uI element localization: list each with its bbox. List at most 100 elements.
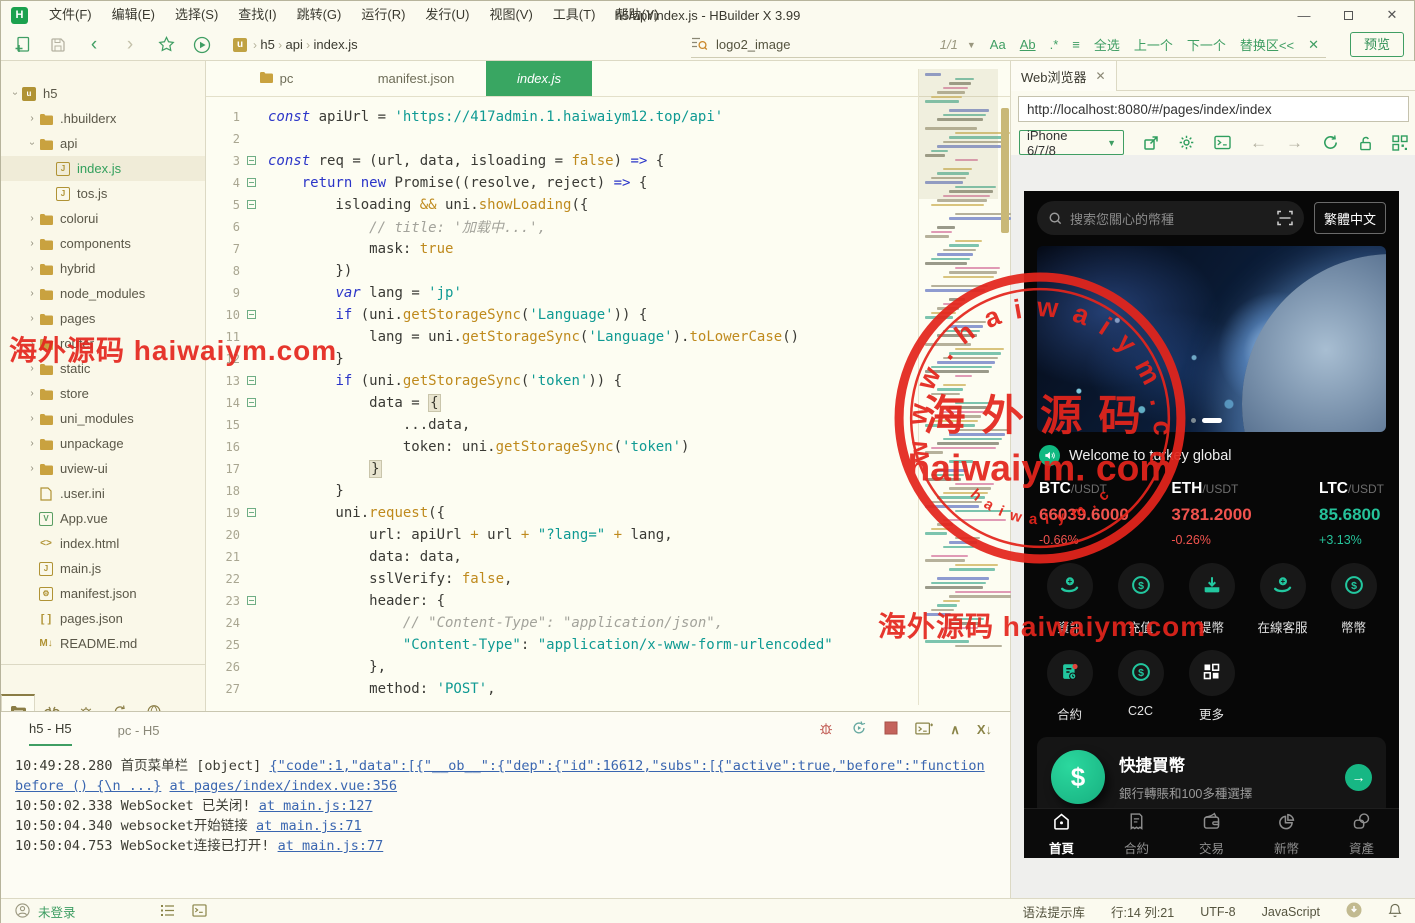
open-external-icon[interactable] [1143, 135, 1159, 151]
tree-item-hybrid[interactable]: ›hybrid [1, 256, 205, 281]
caret-down-icon[interactable]: › [10, 88, 21, 100]
editor-scrollbar[interactable] [1001, 108, 1009, 233]
tree-item-README.md[interactable]: M↓README.md [1, 631, 205, 656]
tree-item-pages[interactable]: ›pages [1, 306, 205, 331]
caret-right-icon[interactable]: › [26, 338, 38, 349]
login-status[interactable]: 未登录 [38, 902, 76, 921]
fold-marker[interactable] [240, 373, 262, 389]
bookmark-star-icon[interactable] [151, 33, 181, 57]
scan-icon[interactable] [1277, 210, 1293, 226]
browser-tab-close-icon[interactable]: ✕ [1096, 69, 1106, 83]
menu-视图(V)[interactable]: 视图(V) [479, 1, 542, 29]
address-bar[interactable]: http://localhost:8080/#/pages/index/inde… [1018, 96, 1409, 122]
quick-action-提幣[interactable]: 提幣 [1176, 563, 1247, 636]
editor-tab-pc[interactable]: pc [206, 61, 346, 96]
match-word-button[interactable]: Ab [1020, 37, 1036, 52]
quick-action-資訊[interactable]: +資訊 [1034, 563, 1105, 636]
announcement-row[interactable]: Welcome to turkey global [1039, 445, 1384, 466]
caret-right-icon[interactable]: › [26, 463, 38, 474]
menu-发行(U)[interactable]: 发行(U) [415, 1, 479, 29]
caret-right-icon[interactable]: › [26, 288, 38, 299]
log-link[interactable]: at main.js:71 [256, 818, 362, 834]
restart-icon[interactable] [851, 720, 867, 739]
menu-跳转(G)[interactable]: 跳转(G) [287, 1, 352, 29]
log-link[interactable]: at main.js:77 [278, 838, 384, 854]
device-select[interactable]: iPhone 6/7/8 ▼ [1019, 130, 1124, 155]
breadcrumb-item[interactable]: h5 [260, 37, 274, 52]
tree-item-.user.ini[interactable]: .user.ini [1, 481, 205, 506]
menu-选择(S)[interactable]: 选择(S) [165, 1, 228, 29]
menu-文件(F)[interactable]: 文件(F) [39, 1, 102, 29]
run-icon[interactable] [187, 33, 217, 57]
close-search-icon[interactable]: ✕ [1308, 37, 1319, 53]
save-icon[interactable] [43, 33, 73, 57]
tree-item-tos.js[interactable]: Jtos.js [1, 181, 205, 206]
quick-buy-card[interactable]: $ 快捷買幣 銀行轉賬和100多種選擇 → [1037, 737, 1386, 817]
console-tab-h5 - H5[interactable]: h5 - H5 [29, 721, 72, 746]
menu-工具(T)[interactable]: 工具(T) [543, 1, 606, 29]
tree-item-uni_modules[interactable]: ›uni_modules [1, 406, 205, 431]
select-all-button[interactable]: 全选 [1094, 35, 1120, 54]
menu-编辑(E)[interactable]: 编辑(E) [102, 1, 165, 29]
tree-item-colorui[interactable]: ›colorui [1, 206, 205, 231]
caret-down-icon[interactable]: › [27, 138, 38, 150]
new-file-icon[interactable] [7, 33, 37, 57]
caret-right-icon[interactable]: › [26, 438, 38, 449]
console-tab-pc - H5[interactable]: pc - H5 [118, 723, 160, 746]
fold-marker[interactable] [240, 593, 262, 609]
caret-right-icon[interactable]: › [26, 363, 38, 374]
quickbuy-arrow-icon[interactable]: → [1345, 764, 1372, 791]
console-box-icon[interactable] [1214, 135, 1231, 150]
tree-item-index.html[interactable]: <>index.html [1, 531, 205, 556]
tree-item-api[interactable]: ›api [1, 131, 205, 156]
caret-right-icon[interactable]: › [26, 113, 38, 124]
tree-item-.hbuilderx[interactable]: ›.hbuilderx [1, 106, 205, 131]
nav-新幣[interactable]: 新幣 [1249, 809, 1324, 858]
log-link[interactable]: at pages/index/index.vue:356 [169, 778, 397, 794]
code-area[interactable]: 1const apiUrl = 'https://417admin.1.haiw… [206, 98, 1010, 711]
quick-action-在線客服[interactable]: +在線客服 [1247, 563, 1318, 636]
forward-icon[interactable]: › [115, 33, 145, 57]
tree-item-manifest.json[interactable]: ⚙manifest.json [1, 581, 205, 606]
tree-item-pages.json[interactable]: [ ]pages.json [1, 606, 205, 631]
qrcode-icon[interactable] [1392, 135, 1408, 151]
ticker-LTC[interactable]: LTC/USDT85.6800+3.13% [1319, 480, 1384, 547]
fold-marker[interactable] [240, 197, 262, 213]
coin-search-field[interactable]: 搜索您關心的幣種 [1037, 201, 1304, 235]
status-item[interactable]: JavaScript [1262, 905, 1320, 919]
tree-item-static[interactable]: ›static [1, 356, 205, 381]
collapse-console-icon[interactable]: ∧ [950, 722, 960, 738]
breadcrumb-item[interactable]: index.js [314, 37, 358, 52]
reload-icon[interactable] [1322, 134, 1339, 151]
editor-tab-manifest.json[interactable]: manifest.json [346, 61, 486, 96]
ticker-ETH[interactable]: ETH/USDT3781.2000-0.26% [1171, 480, 1251, 547]
caret-right-icon[interactable]: › [26, 213, 38, 224]
preview-button[interactable]: 预览 [1350, 32, 1404, 57]
fold-marker[interactable] [240, 153, 262, 169]
banner-carousel[interactable] [1037, 246, 1386, 432]
settings-gear-icon[interactable] [1178, 134, 1195, 151]
nav-back-icon[interactable]: ← [1250, 133, 1267, 153]
quick-action-C2C[interactable]: $C2C [1105, 650, 1176, 723]
menu-运行(R)[interactable]: 运行(R) [351, 1, 415, 29]
search-input[interactable]: logo2_image [716, 37, 940, 52]
outline-list-icon[interactable] [160, 904, 176, 920]
debug-bug-icon[interactable] [818, 720, 834, 739]
nav-forward-icon[interactable]: → [1286, 133, 1303, 153]
nav-資產[interactable]: 資產 [1324, 809, 1399, 858]
update-download-icon[interactable] [1346, 902, 1362, 921]
tree-item-uview-ui[interactable]: ›uview-ui [1, 456, 205, 481]
back-icon[interactable]: ‹ [79, 33, 109, 57]
filter-lines-button[interactable]: ≡ [1072, 37, 1080, 52]
browser-tab[interactable]: Web浏览器 ✕ [1011, 61, 1117, 91]
close-button[interactable]: ✕ [1370, 7, 1414, 23]
editor-tab-index.js[interactable]: index.js [486, 61, 592, 96]
fold-marker[interactable] [240, 175, 262, 191]
quick-action-合約[interactable]: 合約 [1034, 650, 1105, 723]
nav-交易[interactable]: 交易 [1174, 809, 1249, 858]
caret-right-icon[interactable]: › [26, 413, 38, 424]
search-count-caret-icon[interactable]: ▼ [967, 40, 976, 50]
next-match-button[interactable]: 下一个 [1187, 35, 1226, 54]
tree-item-index.js[interactable]: Jindex.js [1, 156, 205, 181]
fold-marker[interactable] [240, 395, 262, 411]
